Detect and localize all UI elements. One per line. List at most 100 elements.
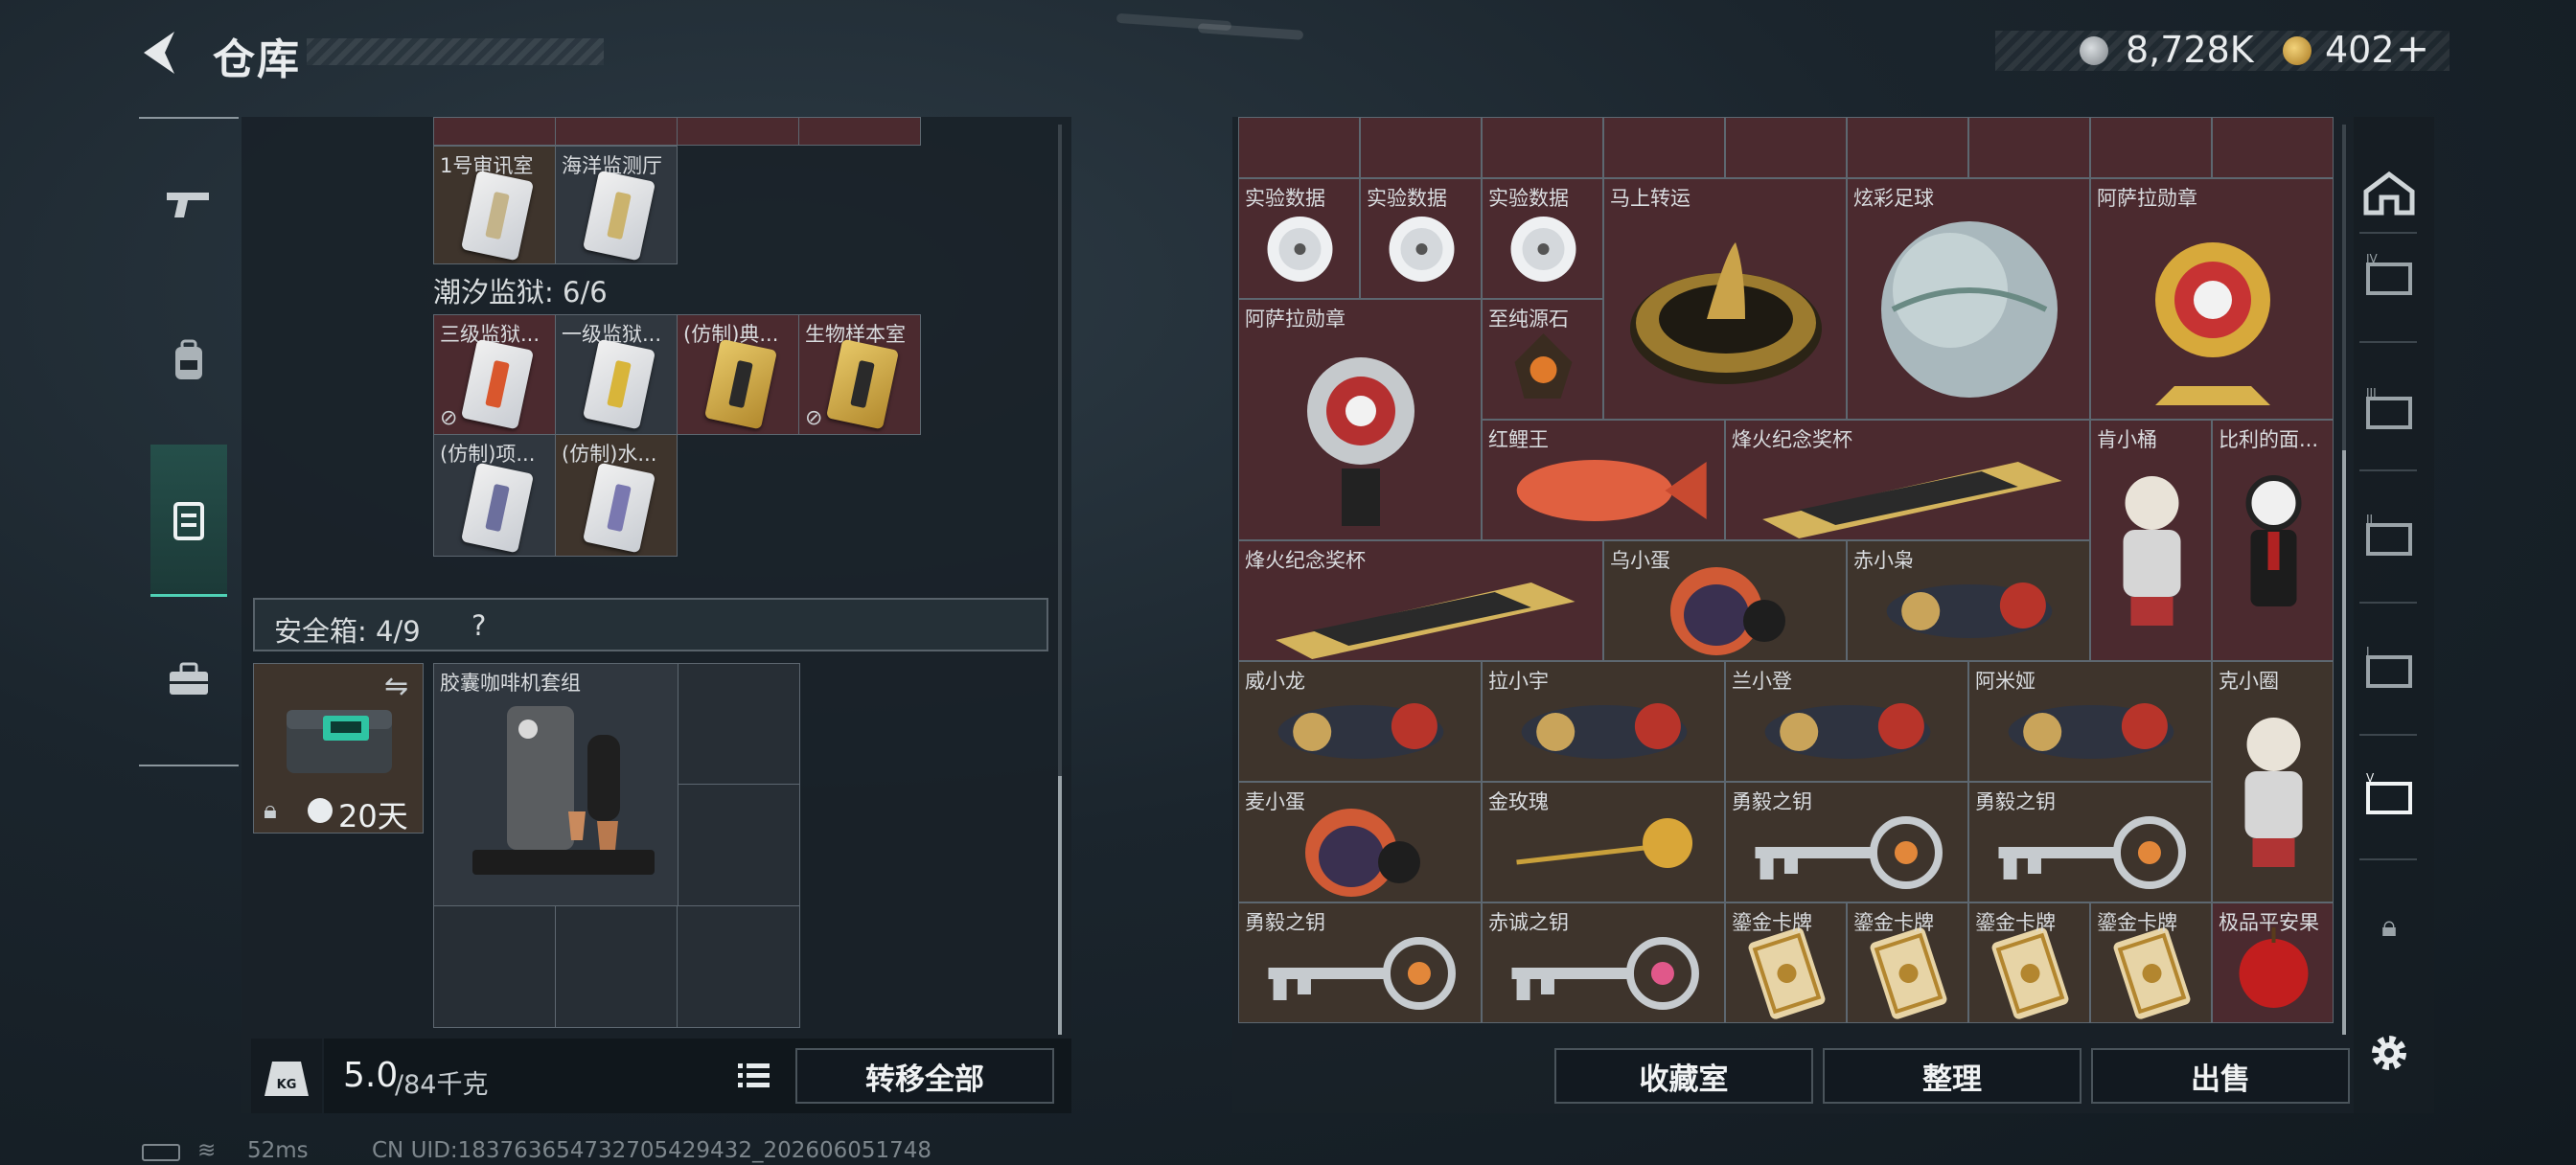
- collection-item[interactable]: 兰小登: [1725, 661, 1968, 782]
- safe-box-header: 安全箱: 4/9 ?: [253, 598, 1048, 651]
- partial-item-cell[interactable]: [1968, 117, 2090, 178]
- safe-box-container[interactable]: ⇋ 🔒︎ 20天: [253, 663, 424, 834]
- building-icon[interactable]: [2354, 157, 2425, 228]
- empty-slot[interactable]: [678, 663, 800, 785]
- collection-item[interactable]: 威小龙: [1238, 661, 1482, 782]
- collection-item[interactable]: 实验数据: [1238, 178, 1360, 299]
- storage-v-icon[interactable]: V: [2354, 759, 2425, 830]
- keycard-icon: [703, 338, 778, 430]
- collection-item[interactable]: 炫彩足球: [1847, 178, 2090, 420]
- collection-item[interactable]: 金玫瑰: [1482, 782, 1725, 902]
- collection-item[interactable]: 极品平安果: [2212, 902, 2334, 1023]
- item-label: 烽火纪念奖杯: [1245, 549, 1366, 572]
- item-label: 乌小蛋: [1610, 549, 1670, 572]
- collection-item[interactable]: 阿萨拉勋章: [1238, 299, 1482, 540]
- keycard-item[interactable]: (仿制)典...: [677, 314, 799, 435]
- collection-item[interactable]: 鎏金卡牌: [1725, 902, 1847, 1023]
- empty-slot[interactable]: [555, 905, 678, 1028]
- empty-slot[interactable]: [433, 905, 556, 1028]
- back-arrow-icon[interactable]: [136, 27, 184, 79]
- toolbox-icon[interactable]: [153, 644, 224, 715]
- collection-item[interactable]: 肯小桶: [2090, 420, 2212, 661]
- partial-item-cell[interactable]: [1725, 117, 1847, 178]
- backpack-icon[interactable]: [153, 326, 224, 397]
- partial-item-cell[interactable]: [1360, 117, 1482, 178]
- collection-item[interactable]: 阿萨拉勋章: [2090, 178, 2334, 420]
- storage-iii-icon[interactable]: III: [2354, 374, 2425, 445]
- collection-item[interactable]: 麦小蛋: [1238, 782, 1482, 902]
- collection-item[interactable]: 烽火纪念奖杯: [1725, 420, 2090, 540]
- keycard-item[interactable]: (仿制)水...: [555, 434, 678, 557]
- empty-slot[interactable]: [677, 905, 800, 1028]
- keycard-item[interactable]: 海洋监测厅: [555, 146, 678, 264]
- add-currency-button[interactable]: +: [2396, 25, 2429, 72]
- lock-icon[interactable]: 🔒︎: [2354, 891, 2425, 962]
- keycard-item[interactable]: 生物样本室 ⊘: [798, 314, 921, 435]
- item-label: 比利的面...: [2219, 428, 2319, 451]
- gun-icon[interactable]: [153, 169, 224, 240]
- svg-text:III: III: [2366, 386, 2377, 400]
- collection-item[interactable]: 阿米娅: [1968, 661, 2212, 782]
- sidebar-divider: [2359, 602, 2417, 604]
- keycard-item[interactable]: 一级监狱...: [555, 314, 678, 435]
- collection-item[interactable]: 红鲤王: [1482, 420, 1725, 540]
- collection-item[interactable]: 赤小枭: [1847, 540, 2090, 661]
- collection-scrollbar-thumb[interactable]: [2342, 450, 2346, 1035]
- keycard-item[interactable]: 三级监狱... ⊘: [433, 314, 556, 435]
- collection-item[interactable]: 鎏金卡牌: [2090, 902, 2212, 1023]
- item-label: 炫彩足球: [1853, 187, 1934, 210]
- storage-ii-icon[interactable]: II: [2354, 500, 2425, 571]
- collection-item[interactable]: 鎏金卡牌: [1968, 902, 2090, 1023]
- collection-item[interactable]: 乌小蛋: [1603, 540, 1847, 661]
- gear-icon[interactable]: [2354, 1017, 2425, 1088]
- partial-item-cell[interactable]: [798, 117, 921, 146]
- collection-item[interactable]: 实验数据: [1482, 178, 1603, 299]
- storage-i-icon[interactable]: I: [2354, 632, 2425, 703]
- partial-item-cell[interactable]: [1238, 117, 1360, 178]
- partial-item-cell[interactable]: [433, 117, 556, 146]
- collection-item[interactable]: 鎏金卡牌: [1847, 902, 1968, 1023]
- partial-item-cell[interactable]: [2212, 117, 2334, 178]
- collection-item[interactable]: 烽火纪念奖杯: [1238, 540, 1603, 661]
- item-label: 烽火纪念奖杯: [1732, 428, 1852, 451]
- collection-item[interactable]: 马上转运: [1603, 178, 1847, 420]
- collection-item[interactable]: 勇毅之钥: [1725, 782, 1968, 902]
- list-icon[interactable]: [732, 1054, 774, 1096]
- partial-item-cell[interactable]: [1482, 117, 1603, 178]
- help-icon[interactable]: ?: [472, 609, 486, 642]
- keycard-icon: [582, 170, 656, 262]
- transfer-all-button[interactable]: 转移全部: [795, 1048, 1054, 1104]
- keycard-icon: [582, 462, 656, 554]
- collection-item[interactable]: 克小圈: [2212, 661, 2334, 902]
- partial-item-cell[interactable]: [555, 117, 678, 146]
- collection-item[interactable]: 勇毅之钥: [1238, 902, 1482, 1023]
- partial-item-cell[interactable]: [677, 117, 799, 146]
- keycard-item[interactable]: 1号审讯室: [433, 146, 556, 264]
- collection-item[interactable]: 赤诚之钥: [1482, 902, 1725, 1023]
- empty-slot[interactable]: [678, 784, 800, 906]
- item-label: 兰小登: [1732, 670, 1792, 693]
- collection-item[interactable]: 至纯源石: [1482, 299, 1603, 420]
- collection-item[interactable]: 实验数据: [1360, 178, 1482, 299]
- weight-value: 5.0: [343, 1056, 399, 1095]
- item-label: 极品平安果: [2219, 911, 2319, 934]
- partial-item-cell[interactable]: [1847, 117, 1968, 178]
- keycard-item[interactable]: (仿制)项...: [433, 434, 556, 557]
- coffee-machine-item[interactable]: 胶囊咖啡机套组: [433, 663, 678, 906]
- storage-iv-icon[interactable]: IV: [2354, 240, 2425, 310]
- partial-item-cell[interactable]: [1603, 117, 1725, 178]
- swap-icon[interactable]: ⇋: [384, 670, 408, 703]
- weight-max: /84千克: [395, 1070, 489, 1100]
- collection-room-button[interactable]: 收藏室: [1554, 1048, 1813, 1104]
- partial-item-cell[interactable]: [2090, 117, 2212, 178]
- no-trade-icon: ⊘: [440, 406, 458, 430]
- sort-button[interactable]: 整理: [1823, 1048, 2082, 1104]
- collection-item[interactable]: 勇毅之钥: [1968, 782, 2212, 902]
- collection-item[interactable]: 拉小宇: [1482, 661, 1725, 782]
- sell-button[interactable]: 出售: [2091, 1048, 2350, 1104]
- stash-scrollbar-thumb[interactable]: [1058, 776, 1062, 1035]
- no-trade-icon: ⊘: [805, 406, 823, 430]
- collection-item[interactable]: 比利的面...: [2212, 420, 2334, 661]
- container-icon[interactable]: [153, 485, 224, 556]
- item-label: (仿制)项...: [440, 443, 536, 466]
